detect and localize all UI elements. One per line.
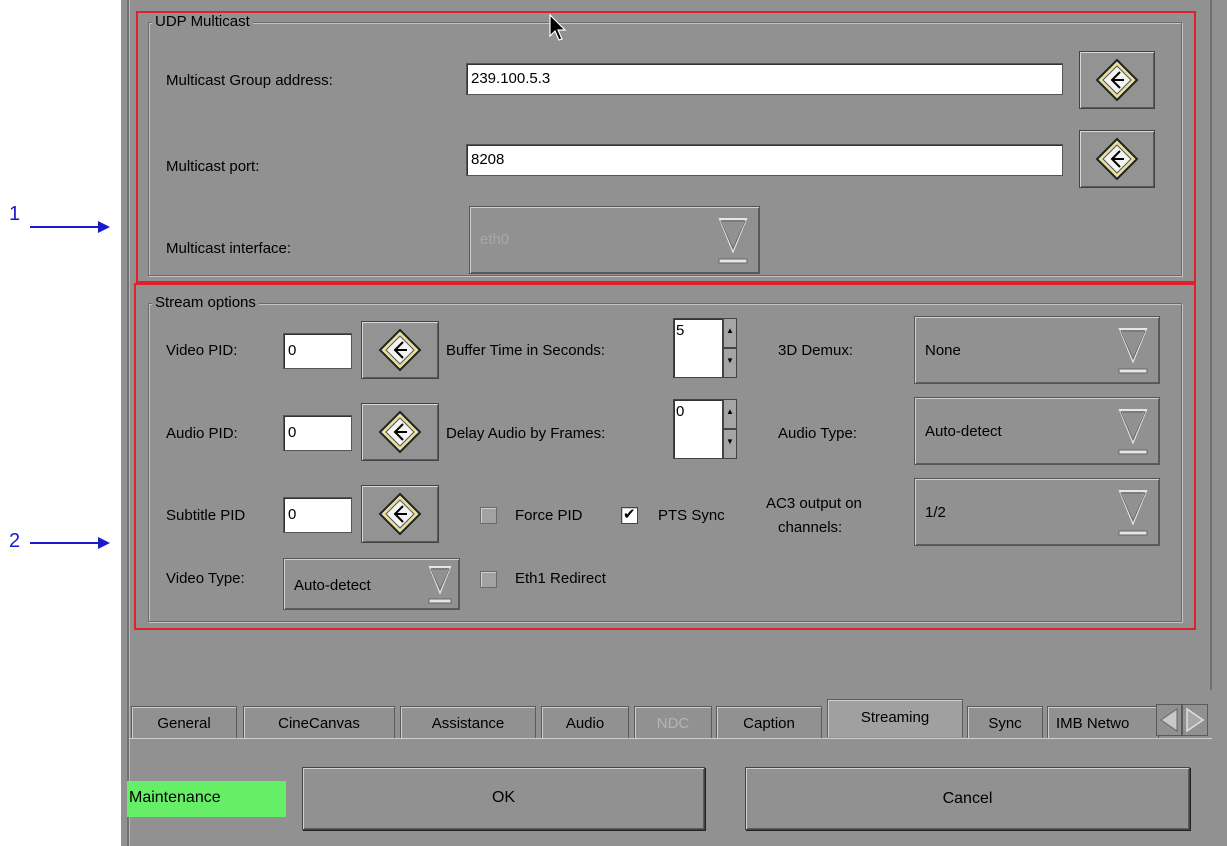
audio-pid-edit-button[interactable] xyxy=(361,403,439,461)
dropdown-triangle-icon xyxy=(718,218,748,264)
ac3-output-value: 1/2 xyxy=(925,504,946,521)
dropdown-triangle-icon xyxy=(1118,328,1148,374)
arrow-right-icon xyxy=(1186,707,1205,733)
subtitle-pid-label: Subtitle PID xyxy=(166,507,246,524)
3d-demux-value: None xyxy=(925,342,961,359)
tab-ndc: NDC xyxy=(634,706,712,738)
3d-demux-dropdown[interactable]: None xyxy=(914,316,1160,384)
eth1-redirect-checkbox[interactable] xyxy=(480,571,497,588)
pts-sync-checkbox[interactable] xyxy=(621,505,638,524)
audio-type-dropdown[interactable]: Auto-detect xyxy=(914,397,1160,465)
tab-strip-line xyxy=(129,738,1212,739)
tab-sync[interactable]: Sync xyxy=(967,706,1043,738)
multicast-interface-value: eth0 xyxy=(480,231,510,248)
multicast-port-input[interactable]: 8208 xyxy=(466,144,1063,176)
tab-audio[interactable]: Audio xyxy=(541,706,629,738)
arrow-left-icon xyxy=(1160,708,1178,732)
force-pid-label: Force PID xyxy=(515,507,583,524)
annotation-arrow-1-line xyxy=(30,226,100,228)
annotation-arrow-2-line xyxy=(30,542,100,544)
ac3-output-dropdown[interactable]: 1/2 xyxy=(914,478,1160,546)
edit-keyboard-icon xyxy=(378,410,422,454)
audio-type-label: Audio Type: xyxy=(778,425,857,442)
status-maintenance-badge: Maintenance xyxy=(127,781,286,817)
eth1-redirect-label: Eth1 Redirect xyxy=(515,570,606,587)
panel-border-left-highlight xyxy=(129,0,130,846)
buffer-time-label: Buffer Time in Seconds: xyxy=(446,342,605,359)
ac3-output-label-line1: AC3 output on xyxy=(766,495,862,512)
delay-audio-label: Delay Audio by Frames: xyxy=(446,425,606,442)
multicast-group-edit-button[interactable] xyxy=(1079,51,1155,109)
multicast-group-address-input[interactable]: 239.100.5.3 xyxy=(466,63,1063,95)
tab-general[interactable]: General xyxy=(131,706,237,738)
delay-audio-up-button[interactable]: ▲ xyxy=(723,399,737,429)
audio-type-value: Auto-detect xyxy=(925,423,1002,440)
tab-imb-network[interactable]: IMB Netwo xyxy=(1047,706,1159,738)
multicast-interface-label: Multicast interface: xyxy=(166,240,292,257)
tab-assistance[interactable]: Assistance xyxy=(400,706,536,738)
pts-sync-label: PTS Sync xyxy=(658,507,725,524)
ok-button[interactable]: OK xyxy=(302,767,705,830)
annotation-label-1: 1 xyxy=(9,203,21,225)
panel-border-right xyxy=(1210,0,1212,690)
multicast-port-label: Multicast port: xyxy=(166,158,260,175)
video-pid-input[interactable]: 0 xyxy=(283,333,352,369)
annotation-label-2: 2 xyxy=(9,530,21,552)
subtitle-pid-edit-button[interactable] xyxy=(361,485,439,543)
mouse-pointer-icon xyxy=(549,14,567,41)
stream-options-title: Stream options xyxy=(152,294,259,311)
annotation-arrow-2-head xyxy=(98,537,110,549)
audio-pid-input[interactable]: 0 xyxy=(283,415,352,451)
dropdown-triangle-icon xyxy=(1118,409,1148,455)
ac3-output-label-line2: channels: xyxy=(778,519,843,536)
video-type-label: Video Type: xyxy=(166,570,245,587)
edit-keyboard-icon xyxy=(378,328,422,372)
video-type-dropdown[interactable]: Auto-detect xyxy=(283,558,460,610)
edit-keyboard-icon xyxy=(378,492,422,536)
audio-pid-label: Audio PID: xyxy=(166,425,238,442)
edit-keyboard-icon xyxy=(1095,137,1139,181)
video-type-value: Auto-detect xyxy=(294,577,371,594)
force-pid-checkbox[interactable] xyxy=(480,507,497,524)
dropdown-triangle-icon xyxy=(1118,490,1148,536)
buffer-time-up-button[interactable]: ▲ xyxy=(723,318,737,348)
delay-audio-input[interactable]: 0 xyxy=(673,399,723,459)
delay-audio-down-button[interactable]: ▼ xyxy=(723,429,737,459)
tab-caption[interactable]: Caption xyxy=(716,706,822,738)
annotation-arrow-1-head xyxy=(98,221,110,233)
3d-demux-label: 3D Demux: xyxy=(778,342,854,359)
udp-multicast-title: UDP Multicast xyxy=(152,13,253,30)
multicast-interface-dropdown[interactable]: eth0 xyxy=(469,206,760,274)
video-pid-edit-button[interactable] xyxy=(361,321,439,379)
video-pid-label: Video PID: xyxy=(166,342,238,359)
dropdown-triangle-icon xyxy=(428,566,452,604)
edit-keyboard-icon xyxy=(1095,58,1139,102)
multicast-port-edit-button[interactable] xyxy=(1079,130,1155,188)
multicast-group-address-label: Multicast Group address: xyxy=(166,72,333,89)
buffer-time-down-button[interactable]: ▼ xyxy=(723,348,737,378)
tab-cinecanvas[interactable]: CineCanvas xyxy=(243,706,395,738)
subtitle-pid-input[interactable]: 0 xyxy=(283,497,352,533)
buffer-time-input[interactable]: 5 xyxy=(673,318,723,378)
tab-scroll-left-button[interactable] xyxy=(1156,704,1182,736)
tab-scroll-right-button[interactable] xyxy=(1182,704,1208,736)
cancel-button[interactable]: Cancel xyxy=(745,767,1190,830)
tab-streaming[interactable]: Streaming xyxy=(827,699,963,737)
